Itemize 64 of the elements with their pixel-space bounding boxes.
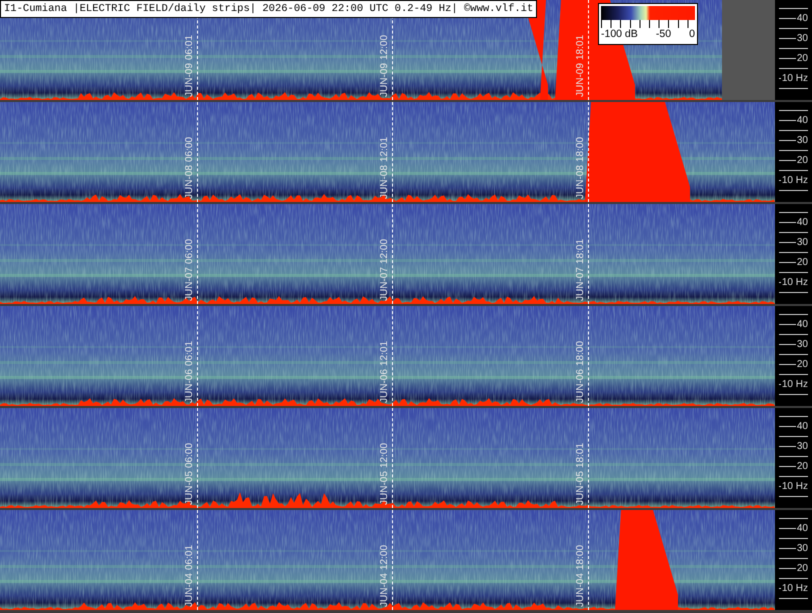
time-label: 12:01	[379, 340, 390, 366]
date-label: JUN-08	[184, 165, 195, 199]
axis-label: 30	[796, 135, 809, 146]
time-label: 06:00	[184, 442, 195, 468]
time-label: 18:01	[575, 442, 586, 468]
axis-label: 10 Hz	[780, 379, 809, 390]
time-label: 18:00	[575, 340, 586, 366]
axis-label: 30	[796, 339, 809, 350]
date-label: JUN-07	[575, 267, 586, 301]
legend-label: 0	[689, 28, 695, 40]
time-label: 06:01	[184, 34, 195, 60]
axis-label: 20	[796, 155, 809, 166]
date-label: JUN-06	[575, 369, 586, 403]
axis-label: 40	[796, 115, 809, 126]
date-label: JUN-06	[379, 369, 390, 403]
date-label: JUN-05	[379, 471, 390, 505]
date-label: JUN-07	[184, 267, 195, 301]
axis-label: 30	[796, 237, 809, 248]
time-label: 12:00	[379, 34, 390, 60]
time-label: 18:00	[575, 544, 586, 570]
date-label: JUN-09	[379, 63, 390, 97]
axis-label: 10 Hz	[780, 175, 809, 186]
axis-label: 10 Hz	[780, 583, 809, 594]
date-label: JUN-05	[575, 471, 586, 505]
axis-label: 30	[796, 33, 809, 44]
date-label: JUN-09	[184, 63, 195, 97]
time-label: 18:01	[575, 34, 586, 60]
legend-label: -50	[656, 28, 672, 40]
axis-label: 40	[796, 319, 809, 330]
time-label: 06:00	[184, 238, 195, 264]
time-label: 18:00	[575, 136, 586, 162]
time-label: 12:00	[379, 442, 390, 468]
time-label: 18:01	[575, 238, 586, 264]
axis-label: 20	[796, 257, 809, 268]
date-label: JUN-08	[379, 165, 390, 199]
time-label: 12:01	[379, 136, 390, 162]
date-label: JUN-08	[575, 165, 586, 199]
time-label: 12:00	[379, 544, 390, 570]
date-label: JUN-04	[184, 573, 195, 607]
axis-label: 40	[796, 13, 809, 24]
date-label: JUN-05	[184, 471, 195, 505]
time-label: 06:00	[184, 136, 195, 162]
time-label: 06:01	[184, 340, 195, 366]
axis-label: 30	[796, 441, 809, 452]
date-label: JUN-04	[575, 573, 586, 607]
axis-label: 10 Hz	[780, 277, 809, 288]
axis-label: 20	[796, 563, 809, 574]
date-label: JUN-07	[379, 267, 390, 301]
legend-label: -100 dB	[601, 28, 638, 40]
date-label: JUN-04	[379, 573, 390, 607]
axis-label: 40	[796, 421, 809, 432]
axis-label: 10 Hz	[780, 73, 809, 84]
date-label: JUN-09	[575, 63, 586, 97]
axis-label: 40	[796, 523, 809, 534]
chart-title: I1-Cumiana |ELECTRIC FIELD/daily strips| 2026-06-09 22:00 UTC 0.2-49 Hz| ©www.vlf.it	[0, 0, 538, 18]
axis-label: 20	[796, 53, 809, 64]
axis-label: 20	[796, 461, 809, 472]
axis-label: 20	[796, 359, 809, 370]
axis-label: 30	[796, 543, 809, 554]
time-label: 06:01	[184, 544, 195, 570]
time-label: 12:00	[379, 238, 390, 264]
date-label: JUN-06	[184, 369, 195, 403]
axis-label: 10 Hz	[780, 481, 809, 492]
axis-label: 40	[796, 217, 809, 228]
